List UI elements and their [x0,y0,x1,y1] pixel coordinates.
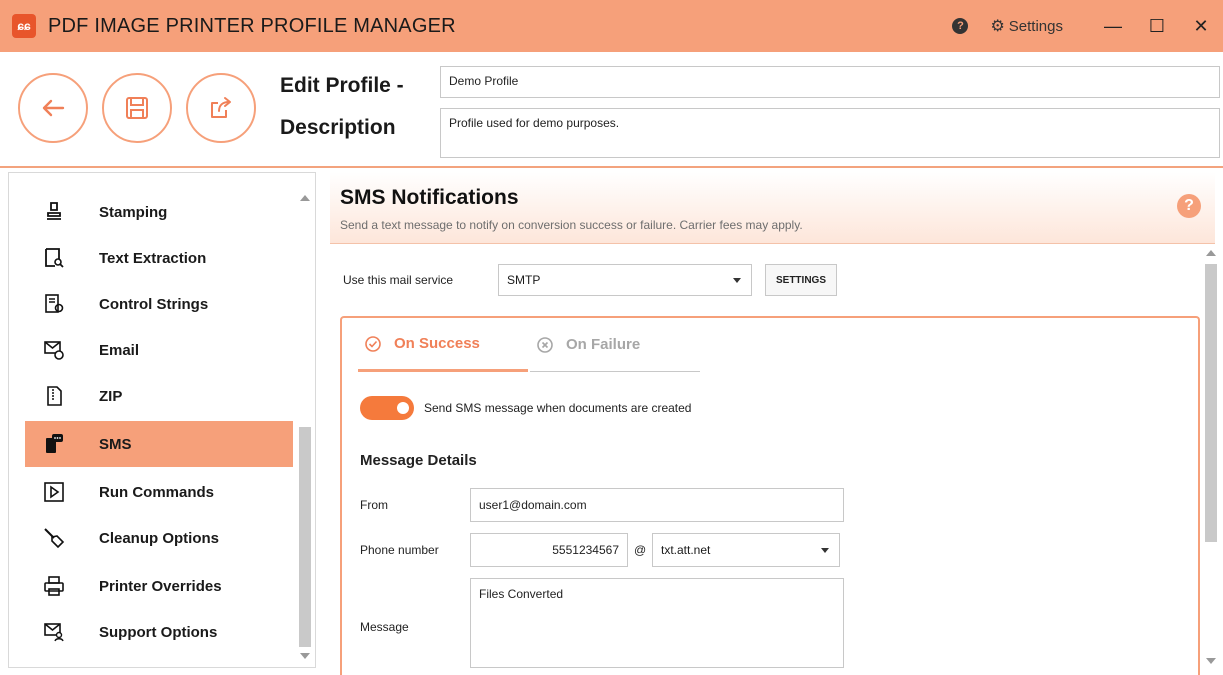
send-sms-toggle[interactable] [360,396,414,420]
toggle-knob [397,402,409,414]
tab-on-failure[interactable]: On Failure [530,318,700,372]
from-label: From [360,498,388,512]
message-details-title: Message Details [360,452,477,469]
sidebar-item-label: Run Commands [99,483,215,501]
sidebar-item-label: Email [99,341,140,359]
email-icon [43,339,65,361]
scroll-down-icon[interactable] [300,653,310,659]
run-commands-icon [43,481,65,503]
sidebar-item-text-extraction[interactable]: Text Extraction [25,235,293,281]
description-label: Description [280,116,396,139]
sidebar-item-sms[interactable]: SMS [25,421,293,467]
scroll-down-icon[interactable] [1206,658,1216,664]
help-icon[interactable]: ? [952,18,969,34]
mail-service-label: Use this mail service [343,273,454,287]
sidebar-item-label: Printer Overrides [99,577,222,595]
sidebar-item-run-commands[interactable]: Run Commands [25,469,293,515]
app-title: PDF IMAGE PRINTER PROFILE MANAGER [48,14,456,37]
profile-header: Edit Profile - Demo Profile Description … [0,52,1223,168]
save-button[interactable] [102,73,172,143]
notification-card: On Success On Failure Send SMS message w… [340,316,1200,675]
sidebar-item-label: Stamping [99,203,168,221]
gear-icon: ⚙ [990,18,1005,35]
mail-service-value: SMTP [507,273,541,287]
at-symbol: @ [634,543,647,557]
zip-icon [43,385,65,407]
scrollbar-thumb[interactable] [1205,264,1217,542]
maximize-button[interactable]: ☐ [1135,16,1179,37]
content-scrollbar[interactable] [1202,248,1220,668]
close-button[interactable]: ✕ [1179,16,1223,37]
carrier-value: txt.att.net [661,543,711,557]
mail-settings-button[interactable]: SETTINGS [765,264,837,296]
carrier-select[interactable]: txt.att.net [652,533,840,567]
minimize-button[interactable]: — [1091,16,1135,37]
phone-number-field[interactable]: 5551234567 [470,533,628,567]
chevron-down-icon [821,548,829,553]
sidebar-item-label: Text Extraction [99,249,207,267]
sidebar-item-stamping[interactable]: Stamping [25,189,293,235]
phone-label: Phone number [360,543,439,557]
sidebar-scrollbar[interactable] [295,173,315,667]
section-title: SMS Notifications [340,186,519,209]
sidebar-item-cleanup-options[interactable]: Cleanup Options [25,515,293,561]
tab-label: On Failure [566,336,641,353]
sidebar-item-email[interactable]: Email [25,327,293,373]
send-sms-label: Send SMS message when documents are crea… [424,401,692,415]
support-icon [43,621,65,643]
broom-icon [43,527,65,549]
title-bar: ɕɕ PDF IMAGE PRINTER PROFILE MANAGER ? ⚙… [0,0,1223,52]
message-label: Message [360,620,409,634]
back-button[interactable] [18,73,88,143]
save-icon [126,97,148,119]
scroll-up-icon[interactable] [300,195,310,201]
export-button[interactable] [186,73,256,143]
scroll-up-icon[interactable] [1206,250,1216,256]
sidebar-item-label: Cleanup Options [99,529,219,547]
text-extraction-icon [43,247,65,269]
sidebar-item-label: Control Strings [99,295,209,313]
edit-profile-label: Edit Profile - [280,74,404,97]
profile-name-input[interactable]: Demo Profile [440,66,1220,98]
settings-label: Settings [1008,17,1063,35]
settings-button[interactable]: ⚙ Settings [990,16,1063,36]
sidebar-item-zip[interactable]: ZIP [25,373,293,419]
sidebar-item-label: SMS [99,435,132,453]
sidebar-item-support-options[interactable]: Support Options [25,609,293,655]
sidebar-item-control-strings[interactable]: Control Strings [25,281,293,327]
arrow-left-icon [42,99,65,117]
section-subtitle: Send a text message to notify on convers… [340,218,803,232]
control-strings-icon [43,293,65,315]
x-circle-icon [537,336,553,353]
mail-service-select[interactable]: SMTP [498,264,752,296]
message-textarea[interactable]: Files Converted [470,578,844,668]
chevron-down-icon [733,278,741,283]
app-logo-icon: ɕɕ [12,14,36,38]
scrollbar-thumb[interactable] [299,427,311,647]
printer-icon [43,575,65,597]
sidebar-item-label: Support Options [99,623,218,641]
share-icon [211,97,231,118]
description-input[interactable]: Profile used for demo purposes. [440,108,1220,158]
check-circle-icon [365,335,381,352]
tab-label: On Success [394,335,480,352]
sidebar-item-label: ZIP [99,387,123,405]
sidebar-item-printer-overrides[interactable]: Printer Overrides [25,563,293,609]
section-header: SMS Notifications Send a text message to… [330,172,1215,244]
help-icon[interactable]: ? [1177,194,1201,218]
tab-on-success[interactable]: On Success [358,318,528,372]
stamp-icon [43,201,65,223]
sidebar: Stamping Text Extraction Control Strings… [8,172,316,668]
sms-icon [43,433,65,455]
from-field[interactable]: user1@domain.com [470,488,844,522]
